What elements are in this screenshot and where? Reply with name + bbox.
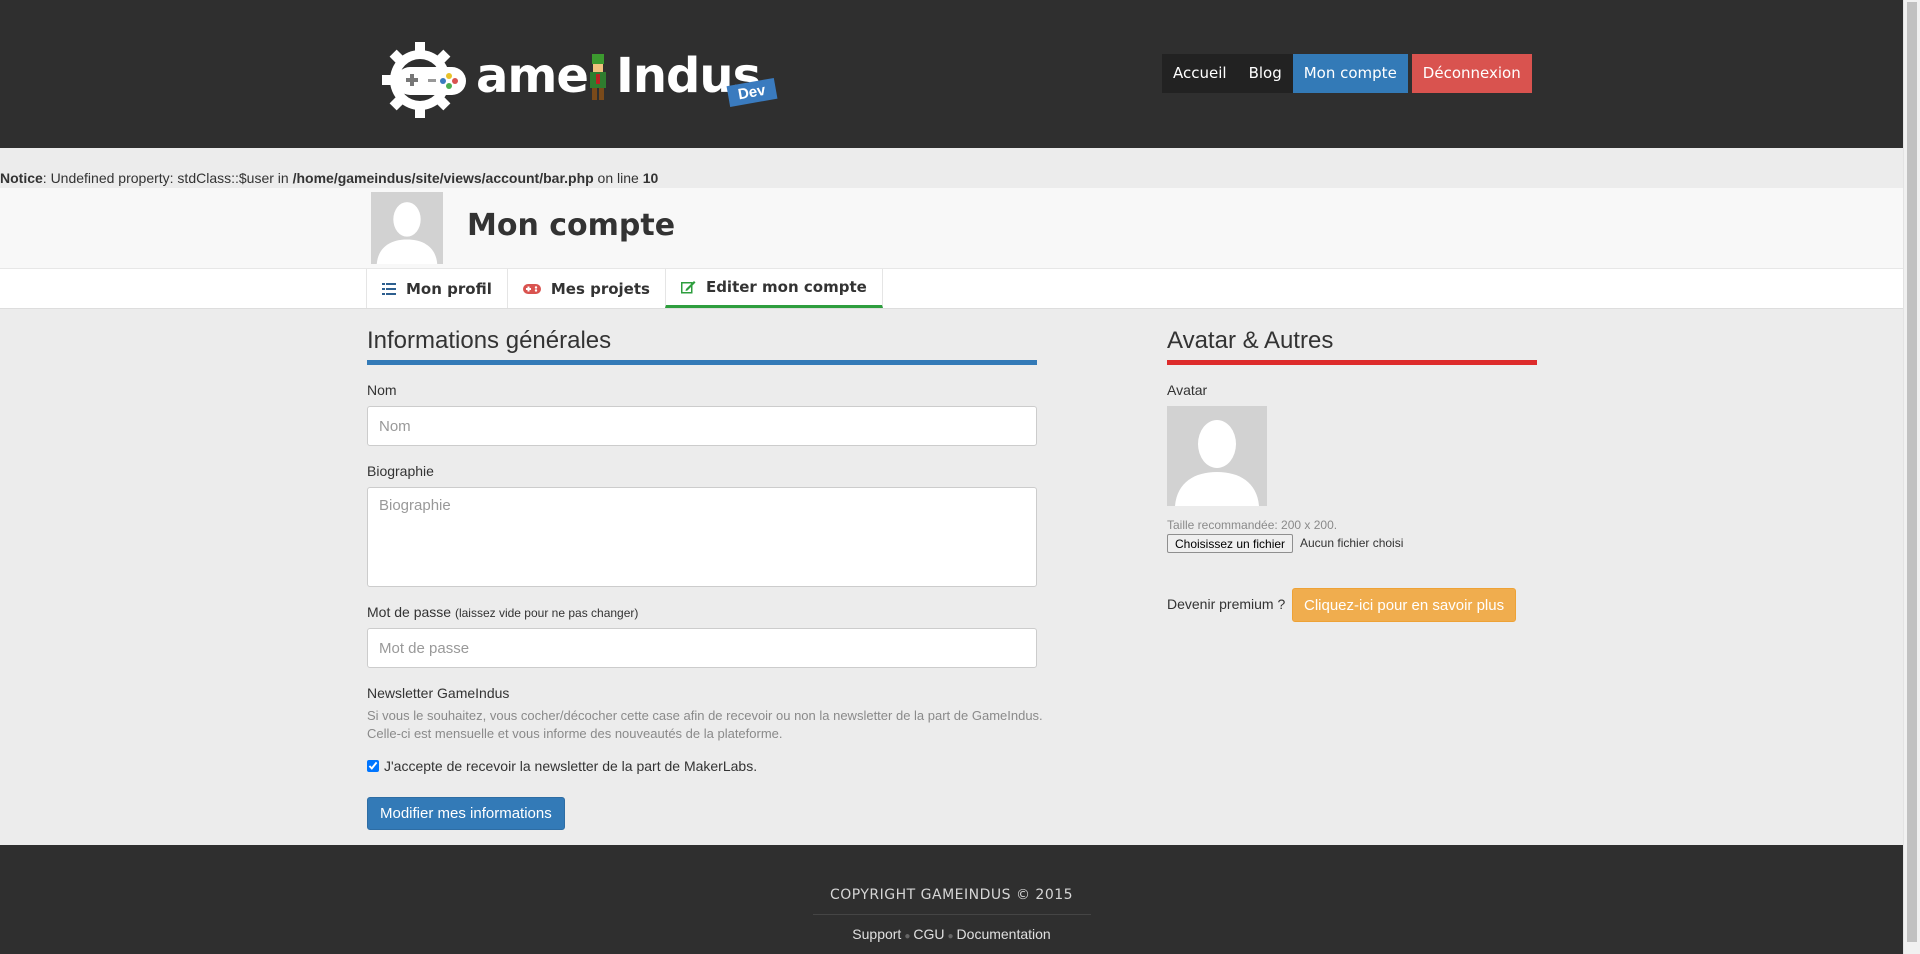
- scrollbar-thumb[interactable]: [1907, 2, 1917, 942]
- save-info-button[interactable]: Modifier mes informations: [367, 797, 565, 830]
- newsletter-checkbox-row[interactable]: J'accepte de recevoir la newsletter de l…: [367, 758, 757, 774]
- password-input[interactable]: [367, 628, 1037, 668]
- tab-label: Editer mon compte: [705, 278, 867, 296]
- footer: COPYRIGHT GAMEINDUS © 2015 Support ● CGU ● D…: [0, 845, 1903, 954]
- avatar-size-hint: Taille recommandée: 200 x 200.: [1167, 518, 1338, 532]
- notice-message: : Undefined property: stdClass::$user in: [42, 170, 293, 186]
- php-notice: Notice: Undefined property: stdClass::$u…: [0, 170, 658, 186]
- avatar-section-title: Avatar & Autres: [1167, 327, 1334, 354]
- tab-mes-projets[interactable]: Mes projets: [506, 269, 665, 308]
- copyright: COPYRIGHT GAMEINDUS © 2015: [829, 887, 1074, 903]
- bullet-separator: ●: [904, 931, 911, 942]
- avatar-label: Avatar: [1167, 382, 1208, 398]
- gear-gamepad-icon: [382, 42, 466, 118]
- footer-links: Support ● CGU ● Documentation: [0, 926, 1903, 942]
- bio-textarea[interactable]: [367, 487, 1037, 587]
- newsletter-help-2: Celle-ci est mensuelle et vous informe d…: [367, 726, 783, 741]
- newsletter-checkbox-label: J'accepte de recevoir la newsletter de l…: [384, 758, 758, 774]
- default-avatar-icon: [371, 192, 443, 264]
- tab-label: Mes projets: [550, 279, 650, 298]
- tab-mon-profil[interactable]: Mon profil: [366, 269, 507, 308]
- nav-mon-compte[interactable]: Mon compte: [1292, 54, 1408, 93]
- footer-divider: [813, 914, 1091, 915]
- choose-file-button[interactable]: Choisissez un fichier: [1167, 534, 1294, 553]
- tab-editer-mon-compte[interactable]: Editer mon compte: [664, 269, 883, 308]
- notice-label: Notice: [0, 170, 43, 186]
- avatar-preview: [1167, 406, 1267, 506]
- nav-accueil[interactable]: Accueil: [1162, 54, 1238, 93]
- tab-label: Mon profil: [406, 279, 492, 298]
- newsletter-help-1: Si vous le souhaitez, vous cocher/décoch…: [367, 708, 1043, 723]
- edit-icon: [680, 280, 696, 294]
- newsletter-checkbox[interactable]: [367, 760, 379, 772]
- password-label-text: Mot de passe: [367, 604, 452, 620]
- account-bar: Mon compte: [0, 188, 1903, 268]
- general-info-title: Informations générales: [367, 327, 612, 354]
- premium-info-button[interactable]: Cliquez-ici pour en savoir plus: [1292, 588, 1517, 622]
- nav-blog[interactable]: Blog: [1237, 54, 1293, 93]
- general-info-rule: [367, 360, 1037, 365]
- logo-text-left: ame: [476, 48, 589, 104]
- account-tabs: Mon profil Mes projets Editer mon compte: [366, 269, 883, 308]
- notice-line-number: 10: [642, 170, 659, 186]
- password-label: Mot de passe (laissez vide pour ne pas c…: [367, 604, 638, 620]
- premium-label: Devenir premium ?: [1167, 596, 1286, 612]
- general-info-section: Informations générales Nom Biographie Mo…: [367, 326, 1043, 830]
- nav-deconnexion[interactable]: Déconnexion: [1411, 54, 1532, 93]
- newsletter-label: Newsletter GameIndus: [367, 685, 510, 701]
- avatar-section: Avatar & Autres Avatar Taille recommandé…: [1167, 326, 1537, 622]
- account-avatar: [371, 192, 443, 264]
- footer-link-support[interactable]: Support: [852, 926, 901, 942]
- file-status: Aucun fichier choisi: [1300, 536, 1404, 550]
- gamepad-icon: [522, 283, 541, 294]
- default-avatar-icon: [1167, 406, 1267, 506]
- name-input[interactable]: [367, 406, 1037, 446]
- account-tabbar: Mon profil Mes projets Editer mon compte: [0, 268, 1903, 309]
- password-hint: (laissez vide pour ne pas changer): [454, 606, 639, 620]
- footer-link-documentation[interactable]: Documentation: [957, 926, 1051, 942]
- name-label: Nom: [367, 382, 397, 398]
- avatar-section-rule: [1167, 360, 1537, 365]
- main-nav: Accueil Blog Mon compte Déconnexion: [1162, 54, 1532, 93]
- vertical-scrollbar[interactable]: [1903, 0, 1920, 954]
- notice-on-line: on line: [593, 170, 643, 186]
- page: ame Indus Dev Accueil Blog Mon compte Dé…: [0, 0, 1903, 954]
- top-header: ame Indus Dev Accueil Blog Mon compte Dé…: [0, 0, 1903, 148]
- bio-label: Biographie: [367, 463, 434, 479]
- list-icon: [382, 282, 396, 295]
- gameindus-logo[interactable]: ame Indus Dev: [380, 38, 780, 118]
- notice-path: /home/gameindus/site/views/account/bar.p…: [292, 170, 594, 186]
- bullet-separator: ●: [947, 931, 954, 942]
- pixel-character-icon: [590, 54, 606, 100]
- page-title: Mon compte: [467, 208, 676, 243]
- footer-link-cgu[interactable]: CGU: [913, 926, 944, 942]
